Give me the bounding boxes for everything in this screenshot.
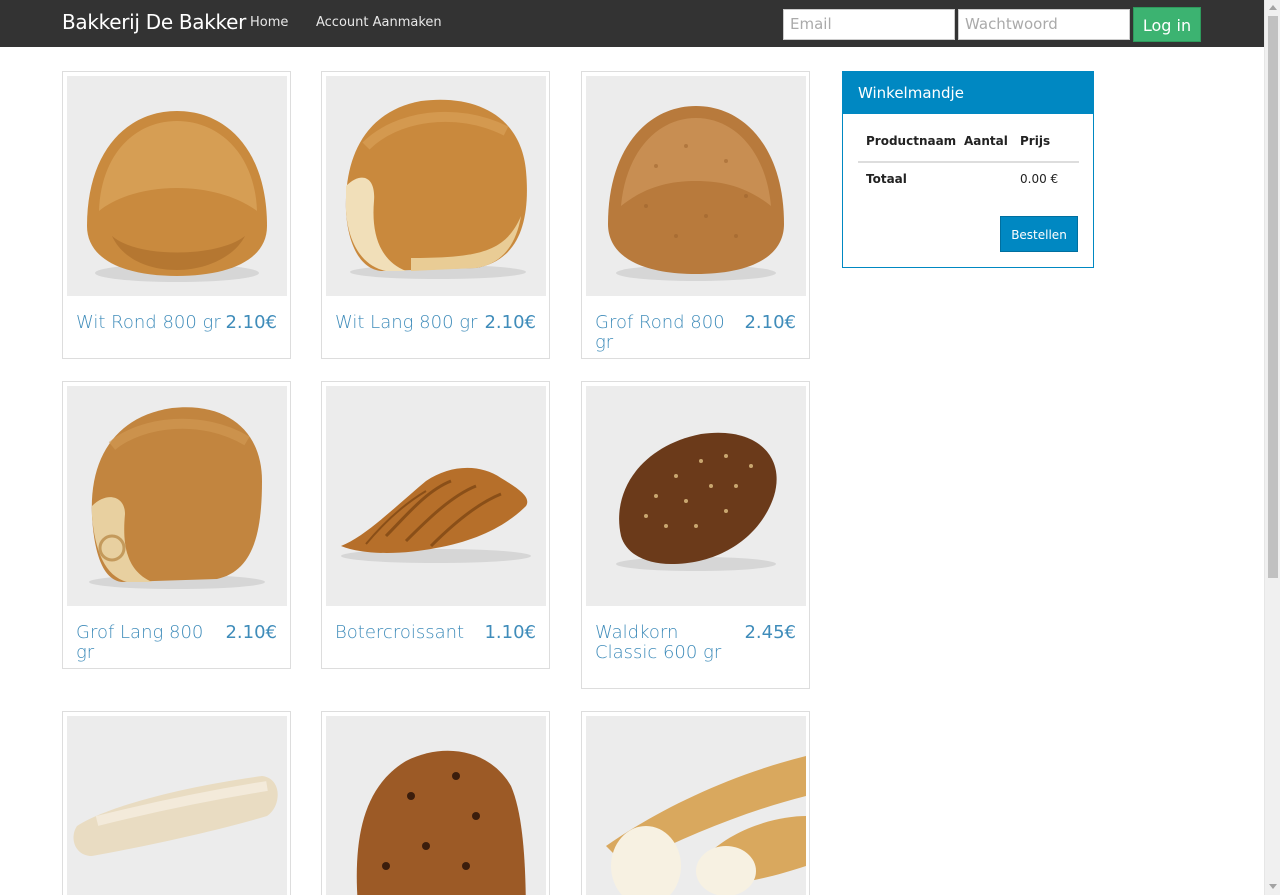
product-image-baguette[interactable]	[586, 716, 806, 895]
product-image-ciabatta[interactable]	[67, 716, 287, 895]
product-name[interactable]: Grof Rond 800 gr	[595, 313, 745, 353]
product-name[interactable]: Wit Rond 800 gr	[76, 313, 226, 333]
cart-divider	[858, 161, 1079, 163]
product-name[interactable]: Waldkorn Classic 600 gr	[595, 623, 745, 663]
password-field[interactable]: Wachtwoord	[958, 9, 1130, 40]
product-name[interactable]: Grof Lang 800 gr	[76, 623, 226, 663]
product-card[interactable]	[581, 711, 810, 895]
product-image-long-wholegrain-bread[interactable]	[67, 386, 287, 606]
product-price: 2.45€	[744, 622, 796, 643]
product-image-round-white-bread[interactable]	[67, 76, 287, 296]
column-price: Prijs	[1020, 134, 1051, 148]
column-quantity: Aantal	[964, 134, 1008, 148]
column-product-name: Productnaam	[866, 134, 957, 148]
product-card[interactable]: Grof Lang 800 gr 2.10€	[62, 381, 291, 669]
product-card[interactable]: Grof Rond 800 gr 2.10€	[581, 71, 810, 359]
product-image-seeded-dark-bread[interactable]	[586, 386, 806, 606]
product-card[interactable]: Wit Rond 800 gr 2.10€	[62, 71, 291, 359]
nav-link-create-account[interactable]: Account Aanmaken	[316, 15, 442, 30]
product-price: 2.10€	[225, 622, 277, 643]
top-navbar: Bakkerij De Bakker Home Account Aanmaken…	[0, 0, 1264, 47]
product-image-raisin-bread[interactable]	[326, 716, 546, 895]
login-button[interactable]: Log in	[1133, 7, 1201, 42]
page-scrollbar[interactable]	[1264, 0, 1280, 895]
product-card[interactable]	[62, 711, 291, 895]
product-name[interactable]: Wit Lang 800 gr	[335, 313, 485, 333]
email-field[interactable]: Email	[783, 9, 955, 40]
scroll-up-arrow-icon[interactable]	[1269, 5, 1277, 10]
product-price: 2.10€	[484, 312, 536, 333]
scroll-thumb[interactable]	[1268, 16, 1278, 578]
product-card[interactable]: Waldkorn Classic 600 gr 2.45€	[581, 381, 810, 689]
cart-total-value: 0.00 €	[1020, 172, 1059, 186]
nav-link-home[interactable]: Home	[250, 15, 288, 30]
brand-logo[interactable]: Bakkerij De Bakker	[62, 10, 246, 34]
product-image-round-wholegrain-bread[interactable]	[586, 76, 806, 296]
product-price: 1.10€	[484, 622, 536, 643]
cart-title: Winkelmandje	[843, 72, 1093, 114]
scroll-down-arrow-icon[interactable]	[1269, 884, 1277, 889]
product-card[interactable]	[321, 711, 550, 895]
product-image-croissant[interactable]	[326, 386, 546, 606]
product-price: 2.10€	[744, 312, 796, 333]
product-card[interactable]: Wit Lang 800 gr 2.10€	[321, 71, 550, 359]
cart-total-label: Totaal	[866, 172, 907, 186]
product-name[interactable]: Botercroissant	[335, 623, 485, 643]
product-price: 2.10€	[225, 312, 277, 333]
product-image-long-white-bread[interactable]	[326, 76, 546, 296]
product-card[interactable]: Botercroissant 1.10€	[321, 381, 550, 669]
shopping-cart-panel: Winkelmandje Productnaam Aantal Prijs To…	[842, 71, 1094, 268]
order-button[interactable]: Bestellen	[1000, 216, 1078, 252]
